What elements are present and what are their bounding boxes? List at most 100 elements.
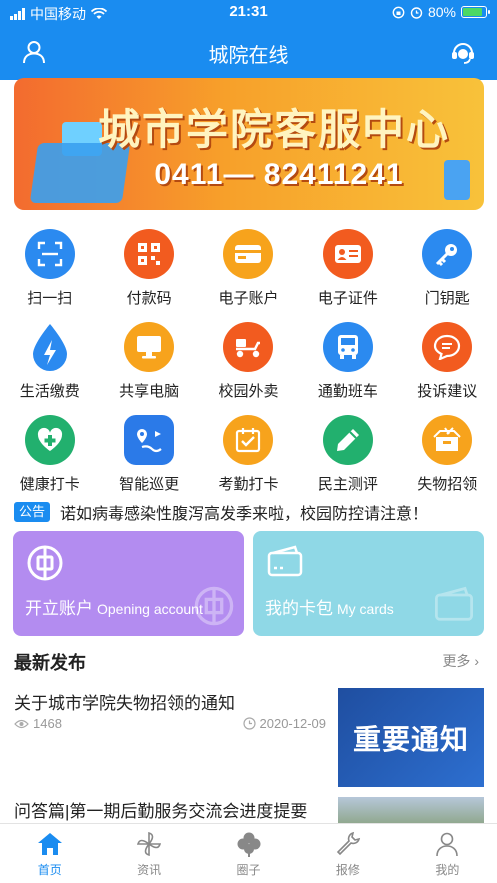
grid-item-e-account[interactable]: 电子账户: [199, 222, 298, 315]
grid-item-label: 考勤打卡: [218, 476, 279, 493]
news-item-title[interactable]: 问答篇|第一期后勤服务交流会进度提要: [14, 797, 307, 822]
card-open-account[interactable]: 开立账户 Opening account: [13, 531, 244, 636]
grid-item-e-id[interactable]: 电子证件: [298, 222, 397, 315]
grid-item-complaints[interactable]: 投诉建议: [398, 315, 497, 408]
card-open-account-sub: Opening account: [97, 601, 203, 617]
status-right: 80%: [392, 4, 490, 20]
grid-item-payment-code[interactable]: 付款码: [99, 222, 198, 315]
news-thumbnail[interactable]: [338, 797, 484, 825]
grid-item-label: 通勤班车: [317, 383, 378, 400]
tab-label: 报修: [335, 863, 360, 877]
tab-label: 圈子: [236, 863, 261, 877]
tab-home[interactable]: 首页: [0, 824, 99, 883]
publish-date: 2020-12-09: [242, 716, 327, 731]
patrol-map-icon: [124, 415, 175, 465]
news-item-meta: 1468 2020-12-09: [14, 716, 326, 734]
views-value: 1468: [33, 716, 62, 731]
grid-item-evaluation[interactable]: 民主测评: [298, 408, 397, 501]
rotation-lock-icon: [392, 6, 405, 18]
bank-watermark-icon: [194, 586, 234, 626]
card-open-account-label: 开立账户 Opening account: [25, 599, 203, 618]
views-count: 1468: [14, 716, 62, 731]
grid-item-label: 失物招领: [417, 476, 478, 493]
tab-label: 首页: [37, 863, 62, 877]
banner-phone: 0411— 82411241: [154, 158, 404, 191]
grid-item-campus-delivery[interactable]: 校园外卖: [199, 315, 298, 408]
date-value: 2020-12-09: [259, 716, 327, 731]
delivery-scooter-icon: [223, 322, 274, 372]
announcement-bar[interactable]: 公告 诺如病毒感染性腹泻高发季来啦，校园防控请注意！: [14, 500, 484, 524]
news-item-title[interactable]: 关于城市学院失物招领的通知: [14, 689, 235, 714]
alarm-icon: [410, 6, 423, 19]
page-title: 城院在线: [208, 45, 289, 67]
tab-news[interactable]: 资讯: [99, 824, 198, 883]
grid-item-attendance[interactable]: 考勤打卡: [199, 408, 298, 501]
grid-item-door-key[interactable]: 门钥匙: [398, 222, 497, 315]
wallet-watermark-icon: [435, 586, 473, 621]
bottom-tab-bar: 首页 资讯 圈子 报修 我的: [0, 823, 497, 883]
grid-row: 扫一扫 付款码 电子账户 电子证件 门钥匙: [0, 222, 497, 315]
tab-mine[interactable]: 我的: [398, 824, 497, 883]
grid-item-shared-computer[interactable]: 共享电脑: [99, 315, 198, 408]
qrcode-icon: [124, 229, 175, 279]
bank-logo-icon: [27, 545, 63, 581]
pencil-icon: [322, 415, 373, 465]
eye-icon: [14, 719, 29, 728]
scan-icon: [24, 229, 75, 279]
grid-item-label: 民主测评: [317, 476, 378, 493]
section-title-latest: 最新发布: [14, 653, 86, 673]
pinwheel-icon: [137, 831, 162, 857]
grid-item-health-checkin[interactable]: 健康打卡: [0, 408, 99, 501]
grid-item-label: 扫一扫: [27, 290, 73, 307]
battery-icon: [461, 6, 490, 18]
grid-row: 健康打卡 智能巡更 考勤打卡 民主测评 失物招领: [0, 408, 497, 501]
more-link[interactable]: 更多 ›: [442, 651, 479, 671]
customer-service-icon[interactable]: [449, 38, 477, 66]
tab-repair[interactable]: 报修: [298, 824, 397, 883]
card-my-cards-sub: My cards: [337, 601, 394, 617]
grid-row: 生活缴费 共享电脑 校园外卖 通勤班车 投诉建议: [0, 315, 497, 408]
health-plus-icon: [24, 415, 75, 465]
person-icon: [436, 832, 459, 857]
tab-circle[interactable]: 圈子: [199, 824, 298, 883]
clover-icon: [237, 832, 261, 857]
banner-customer-service[interactable]: 城市学院客服中心 0411— 82411241: [14, 78, 484, 210]
announcement-tag: 公告: [14, 502, 51, 522]
grid-item-label: 健康打卡: [19, 476, 80, 493]
grid-item-label: 付款码: [126, 290, 172, 307]
water-drop-icon: [25, 322, 75, 372]
grid-item-label: 门钥匙: [424, 290, 470, 307]
grid-item-label: 校园外卖: [218, 383, 279, 400]
chat-bubble-icon: [422, 322, 473, 372]
app-header: 城院在线: [0, 26, 497, 78]
card-my-cards[interactable]: 我的卡包 My cards: [253, 531, 484, 636]
calendar-check-icon: [223, 415, 274, 465]
bus-icon: [322, 322, 373, 372]
grid-item-utility-payment[interactable]: 生活缴费: [0, 315, 99, 408]
grid-item-lost-found[interactable]: 失物招领: [398, 408, 497, 501]
grid-item-label: 智能巡更: [119, 476, 180, 493]
news-thumbnail-text: 重要通知: [352, 723, 469, 755]
key-icon: [422, 229, 473, 279]
grid-item-label: 共享电脑: [119, 383, 180, 400]
banner-title: 城市学院客服中心: [97, 106, 450, 153]
status-bar: 中国移动 21:31 80%: [0, 0, 497, 26]
grid-item-label: 电子账户: [218, 290, 279, 307]
function-grid: 扫一扫 付款码 电子账户 电子证件 门钥匙 生活缴费 共享电脑 校园外卖 通勤班…: [0, 222, 497, 501]
grid-item-commuter-bus[interactable]: 通勤班车: [298, 315, 397, 408]
id-card-icon: [322, 229, 373, 279]
grid-item-smart-patrol[interactable]: 智能巡更: [99, 408, 198, 501]
clock-icon: [242, 717, 256, 730]
card-my-cards-label: 我的卡包 My cards: [265, 599, 394, 618]
battery-percent: 80%: [427, 4, 456, 20]
announcement-text: 诺如病毒感染性腹泻高发季来啦，校园防控请注意！: [60, 506, 429, 523]
wallet-cards-icon: [267, 545, 303, 577]
grid-item-label: 电子证件: [317, 290, 378, 307]
grid-item-scan[interactable]: 扫一扫: [0, 222, 99, 315]
monitor-icon: [124, 322, 175, 372]
grid-item-label: 生活缴费: [19, 383, 80, 400]
home-icon: [37, 833, 62, 855]
lost-found-box-icon: [422, 415, 473, 465]
news-thumbnail[interactable]: 重要通知: [338, 688, 484, 787]
grid-item-label: 投诉建议: [417, 383, 478, 400]
